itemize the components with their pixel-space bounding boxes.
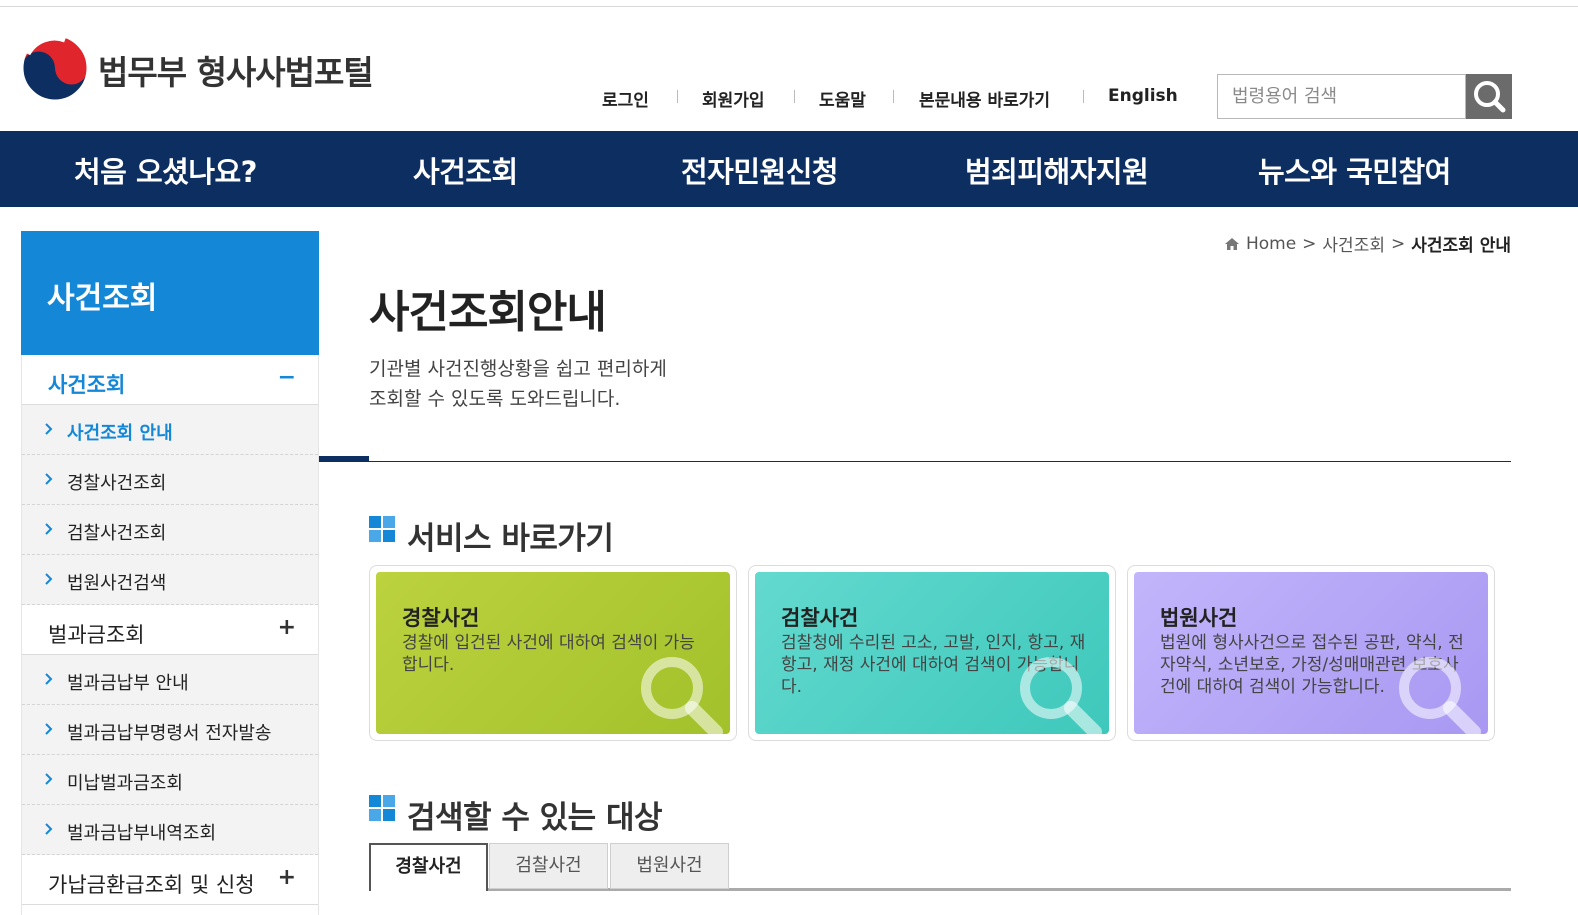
sidebar-item-prosecution-case[interactable]: 검찰사건조회 — [22, 505, 318, 555]
breadcrumb-separator: > — [1302, 233, 1317, 254]
util-separator — [893, 90, 894, 103]
sidebar-item-police-case[interactable]: 경찰사건조회 — [22, 455, 318, 505]
sidebar-group-provisional-refund[interactable]: 가납금환급조회 및 신청 + — [22, 855, 318, 905]
service-card-court[interactable]: 법원사건 법원에 형사사건으로 접수된 공판, 약식, 전자약식, 소년보호, … — [1127, 565, 1495, 741]
magnifier-icon — [1399, 657, 1481, 734]
nav-item-first-visit[interactable]: 처음 오셨나요? — [74, 149, 258, 191]
main-nav: 처음 오셨나요? 사건조회 전자민원신청 범죄피해자지원 뉴스와 국민참여 — [0, 131, 1578, 207]
card-body: 법원사건 법원에 형사사건으로 접수된 공판, 약식, 전자약식, 소년보호, … — [1134, 572, 1488, 734]
sidebar-item-label: 검찰사건조회 — [67, 523, 167, 544]
breadcrumb: Home > 사건조회 > 사건조회 안내 — [1224, 231, 1511, 256]
sidebar-item-fine-payment-guide[interactable]: 벌과금납부 안내 — [22, 655, 318, 705]
card-body: 경찰사건 경찰에 입건된 사건에 대하여 검색이 가능합니다. — [376, 572, 730, 734]
chevron-right-icon — [45, 573, 53, 585]
breadcrumb-separator: > — [1390, 233, 1406, 254]
help-link[interactable]: 도움말 — [819, 86, 866, 111]
chevron-right-icon — [45, 773, 53, 785]
util-separator — [794, 90, 795, 103]
chevron-right-icon — [45, 723, 53, 735]
page-description: 기관별 사건진행상황을 쉽고 편리하게 조회할 수 있도록 도와드립니다. — [369, 358, 667, 410]
search-input[interactable] — [1218, 75, 1465, 118]
sidebar-group-label: 가납금환급조회 및 신청 — [48, 873, 255, 897]
search-icon — [1474, 81, 1506, 113]
tab-court[interactable]: 법원사건 — [610, 843, 729, 889]
english-link[interactable]: English — [1108, 86, 1178, 106]
nav-item-victim-support[interactable]: 범죄피해자지원 — [965, 149, 1149, 191]
magnifier-icon — [1020, 657, 1102, 734]
service-shortcuts-heading: 서비스 바로가기 — [407, 521, 614, 557]
section-bullet-icon — [369, 795, 395, 821]
expand-icon[interactable]: + — [278, 615, 296, 640]
target-tabs: 경찰사건 검찰사건 법원사건 — [369, 843, 1511, 891]
util-separator — [677, 90, 678, 103]
card-title: 경찰사건 — [402, 606, 480, 630]
collapse-icon[interactable]: − — [278, 365, 296, 390]
search-box — [1217, 74, 1466, 119]
sidebar-group-case-search[interactable]: 사건조회 − — [22, 355, 318, 405]
site-title[interactable]: 법무부 형사사법포털 — [98, 46, 374, 94]
sidebar-item-label: 벌과금납부내역조회 — [67, 823, 217, 844]
card-title: 법원사건 — [1160, 606, 1238, 630]
sidebar-item-label: 미납벌과금조회 — [67, 773, 183, 794]
chevron-right-icon — [45, 823, 53, 835]
service-card-prosecution[interactable]: 검찰사건 검찰청에 수리된 고소, 고발, 인지, 항고, 재항고, 재정 사건… — [748, 565, 1116, 741]
page-title: 사건조회안내 — [369, 287, 607, 338]
searchable-targets-heading: 검색할 수 있는 대상 — [407, 800, 663, 836]
chevron-right-icon — [45, 673, 53, 685]
sidebar-group-fines[interactable]: 벌과금조회 + — [22, 605, 318, 655]
sidebar-group-label: 사건조회 — [48, 373, 126, 397]
top-border — [0, 6, 1578, 7]
sidebar-menu: 사건조회 − 사건조회 안내 경찰사건조회 검찰사건조회 법원사건검색 벌과금조… — [21, 355, 319, 915]
chevron-right-icon — [45, 423, 53, 435]
breadcrumb-section[interactable]: 사건조회 — [1322, 231, 1385, 256]
sidebar-title: 사건조회 — [47, 281, 158, 316]
sidebar-group-label: 벌과금조회 — [48, 623, 145, 647]
breadcrumb-home[interactable]: Home — [1246, 234, 1296, 254]
nav-item-news-participation[interactable]: 뉴스와 국민참여 — [1258, 149, 1451, 191]
tab-police[interactable]: 경찰사건 — [369, 843, 488, 891]
breadcrumb-current: 사건조회 안내 — [1411, 236, 1511, 256]
util-separator — [1083, 90, 1084, 103]
sidebar-item-fine-order-e-delivery[interactable]: 벌과금납부명령서 전자발송 — [22, 705, 318, 755]
chevron-right-icon — [45, 473, 53, 485]
expand-icon[interactable]: + — [278, 865, 296, 890]
sidebar-item-case-search-guide[interactable]: 사건조회 안내 — [22, 405, 318, 455]
chevron-right-icon — [45, 523, 53, 535]
sidebar-item-label: 경찰사건조회 — [67, 473, 167, 494]
sidebar-header: 사건조회 — [21, 231, 319, 355]
sidebar-item-unpaid-fines[interactable]: 미납벌과금조회 — [22, 755, 318, 805]
sidebar-item-court-case[interactable]: 법원사건검색 — [22, 555, 318, 605]
card-body: 검찰사건 검찰청에 수리된 고소, 고발, 인지, 항고, 재항고, 재정 사건… — [755, 572, 1109, 734]
magnifier-icon — [641, 657, 723, 734]
service-card-police[interactable]: 경찰사건 경찰에 입건된 사건에 대하여 검색이 가능합니다. — [369, 565, 737, 741]
sidebar-item-label: 벌과금납부명령서 전자발송 — [67, 723, 272, 744]
sidebar-item-fine-payment-history[interactable]: 벌과금납부내역조회 — [22, 805, 318, 855]
section-bullet-icon — [369, 516, 395, 542]
card-title: 검찰사건 — [781, 606, 859, 630]
skip-to-content-link[interactable]: 본문내용 바로가기 — [919, 86, 1050, 111]
title-divider-accent — [319, 456, 369, 462]
search-button[interactable] — [1466, 74, 1512, 119]
sidebar-item-label: 사건조회 안내 — [67, 423, 173, 444]
title-divider — [319, 461, 1511, 462]
nav-item-case-search[interactable]: 사건조회 — [413, 149, 518, 191]
nav-item-e-petition[interactable]: 전자민원신청 — [681, 149, 839, 191]
taegeuk-logo[interactable] — [20, 34, 90, 102]
home-icon — [1224, 237, 1239, 250]
sidebar-item-label: 법원사건검색 — [67, 573, 167, 594]
tab-prosecution[interactable]: 검찰사건 — [489, 843, 608, 889]
login-link[interactable]: 로그인 — [602, 86, 649, 111]
sidebar-item-label: 벌과금납부 안내 — [67, 673, 189, 694]
signup-link[interactable]: 회원가입 — [702, 86, 765, 111]
